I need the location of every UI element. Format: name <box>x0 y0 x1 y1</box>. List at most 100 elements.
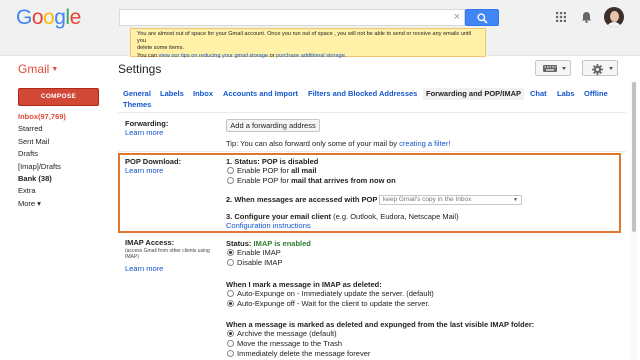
warning-text: or <box>268 53 277 59</box>
auto-expunge-on-radio[interactable] <box>227 290 234 297</box>
imap-access-label: IMAP Access: <box>125 238 175 247</box>
sidebar-item-more[interactable]: More ▾ <box>18 198 108 210</box>
pop-all-mail-radio[interactable] <box>227 167 234 174</box>
avatar[interactable] <box>604 7 624 27</box>
forwarding-label: Forwarding: <box>125 119 169 128</box>
divider <box>118 151 626 152</box>
logo-letter: e <box>69 6 82 29</box>
gmail-menu[interactable]: Gmail ▼ <box>18 62 58 76</box>
disable-imap-label: Disable IMAP <box>237 258 283 267</box>
create-filter-link[interactable]: creating a filter! <box>399 139 450 148</box>
search-input[interactable]: × <box>119 9 465 26</box>
sidebar-nav: Inbox(97,769) Starred Sent Mail Drafts [… <box>18 111 108 210</box>
tab-inbox[interactable]: Inbox <box>193 88 213 100</box>
client-config-text: (e.g. Outlook, Eudora, Netscape Mail) <box>331 212 459 221</box>
sidebar-item-drafts[interactable]: Drafts <box>18 148 108 160</box>
tab-chat[interactable]: Chat <box>530 88 547 100</box>
option-text: Enable POP for <box>237 166 292 175</box>
pop-all-mail-label: Enable POP for all mail <box>237 166 317 175</box>
imap-status-value: IMAP is enabled <box>253 239 311 248</box>
divider <box>118 112 626 113</box>
sidebar-item-imap-drafts[interactable]: [Imap]/Drafts <box>18 161 108 173</box>
sidebar-item-extra[interactable]: Extra <box>18 185 108 197</box>
option-bold-text: mail that arrives from now on <box>291 176 396 185</box>
enable-imap-radio[interactable] <box>227 249 234 256</box>
forwarding-learn-more-link[interactable]: Learn more <box>125 128 163 137</box>
google-logo[interactable]: Google <box>16 6 81 30</box>
pop-status: 1. Status: POP is disabled <box>226 157 319 166</box>
chevron-down-icon: ▼ <box>513 197 518 203</box>
warning-text: You can <box>137 53 159 59</box>
warning-line-1: You are almost out of space for your Gma… <box>137 31 472 44</box>
apps-grid-icon[interactable] <box>556 12 566 22</box>
keyboard-icon <box>543 65 557 72</box>
input-tools-button[interactable] <box>535 60 571 76</box>
configuration-instructions-link[interactable]: Configuration instructions <box>226 221 311 230</box>
search-icon <box>477 13 488 24</box>
delete-forever-radio[interactable] <box>227 350 234 357</box>
pop-access-label: 2. When messages are accessed with POP <box>226 195 378 204</box>
gear-icon <box>592 63 603 75</box>
tab-themes[interactable]: Themes <box>123 99 151 111</box>
purchase-storage-link[interactable]: purchase additional storage <box>276 53 345 59</box>
avatar-shirt <box>606 22 622 27</box>
move-to-trash-radio[interactable] <box>227 340 234 347</box>
imap-deleted-heading: When I mark a message in IMAP as deleted… <box>226 280 382 289</box>
imap-expunged-heading: When a message is marked as deleted and … <box>226 320 535 329</box>
logo-letter: o <box>43 6 55 29</box>
enable-imap-label: Enable IMAP <box>237 248 281 257</box>
select-value: keep Gmail's copy in the Inbox <box>383 196 472 203</box>
sidebar-item-bank[interactable]: Bank (38) <box>18 173 108 185</box>
chevron-down-icon: ▼ <box>51 66 59 73</box>
clear-search-icon[interactable]: × <box>454 11 460 23</box>
notifications-icon[interactable] <box>581 11 592 23</box>
archive-message-radio[interactable] <box>227 330 234 337</box>
scrollbar-thumb[interactable] <box>632 82 636 232</box>
pop-access-select[interactable]: keep Gmail's copy in the Inbox ▼ <box>379 195 522 205</box>
storage-warning-banner: You are almost out of space for your Gma… <box>130 28 486 60</box>
logo-letter: G <box>16 6 32 29</box>
sidebar-item-sent-mail[interactable]: Sent Mail <box>18 136 108 148</box>
auto-expunge-on-label: Auto-Expunge on - Immediately update the… <box>237 289 434 298</box>
tab-labs[interactable]: Labs <box>557 88 575 100</box>
tip-text: Tip: You can also forward only some of y… <box>226 139 400 148</box>
pop-new-mail-label: Enable POP for mail that arrives from no… <box>237 176 396 185</box>
move-to-trash-label: Move the message to the Trash <box>237 339 343 348</box>
option-text: Enable POP for <box>237 176 292 185</box>
auto-expunge-off-label: Auto-Expunge off - Wait for the client t… <box>237 299 430 308</box>
compose-button[interactable]: COMPOSE <box>18 88 99 106</box>
warning-line-3: You can view our tips on reducing your g… <box>137 53 481 60</box>
forwarding-tip: Tip: You can also forward only some of y… <box>226 139 450 148</box>
storage-tips-link[interactable]: view our tips on reducing your gmail sto… <box>159 53 268 59</box>
add-forwarding-address-button[interactable]: Add a forwarding address <box>226 119 320 132</box>
disable-imap-radio[interactable] <box>227 259 234 266</box>
tab-offline[interactable]: Offline <box>584 88 608 100</box>
pop-new-mail-radio[interactable] <box>227 177 234 184</box>
tab-accounts-and-import[interactable]: Accounts and Import <box>223 88 298 100</box>
pop-download-highlight <box>118 153 621 233</box>
chevron-down-icon <box>609 67 613 70</box>
archive-message-label: Archive the message (default) <box>237 329 337 338</box>
client-config-bold: 3. Configure your email client <box>226 212 332 221</box>
pop-client-config: 3. Configure your email client (e.g. Out… <box>226 212 459 221</box>
imap-access-sublabel: (access Gmail from other clients using I… <box>125 248 210 260</box>
pop-download-label: POP Download: <box>125 157 182 166</box>
settings-gear-button[interactable] <box>582 60 618 76</box>
imap-learn-more-link[interactable]: Learn more <box>125 264 163 273</box>
auto-expunge-off-radio[interactable] <box>227 300 234 307</box>
search-button[interactable] <box>465 9 499 26</box>
warning-line-2: delete some items. <box>137 45 184 51</box>
tab-labels[interactable]: Labels <box>160 88 184 100</box>
gmail-label: Gmail <box>18 62 50 76</box>
pop-learn-more-link[interactable]: Learn more <box>125 166 163 175</box>
warning-text: . <box>344 53 347 59</box>
tab-filters-and-blocked-addresses[interactable]: Filters and Blocked Addresses <box>308 88 417 100</box>
page-title: Settings <box>118 62 162 76</box>
sidebar-item-starred[interactable]: Starred <box>18 123 108 135</box>
sidebar-item-inbox[interactable]: Inbox(97,769) <box>18 111 108 123</box>
chevron-down-icon <box>562 67 566 70</box>
imap-status-prefix: Status: <box>226 239 254 248</box>
tab-forwarding-and-pop-imap[interactable]: Forwarding and POP/IMAP <box>423 88 525 100</box>
logo-letter: o <box>31 6 44 29</box>
avatar-face <box>610 11 619 22</box>
